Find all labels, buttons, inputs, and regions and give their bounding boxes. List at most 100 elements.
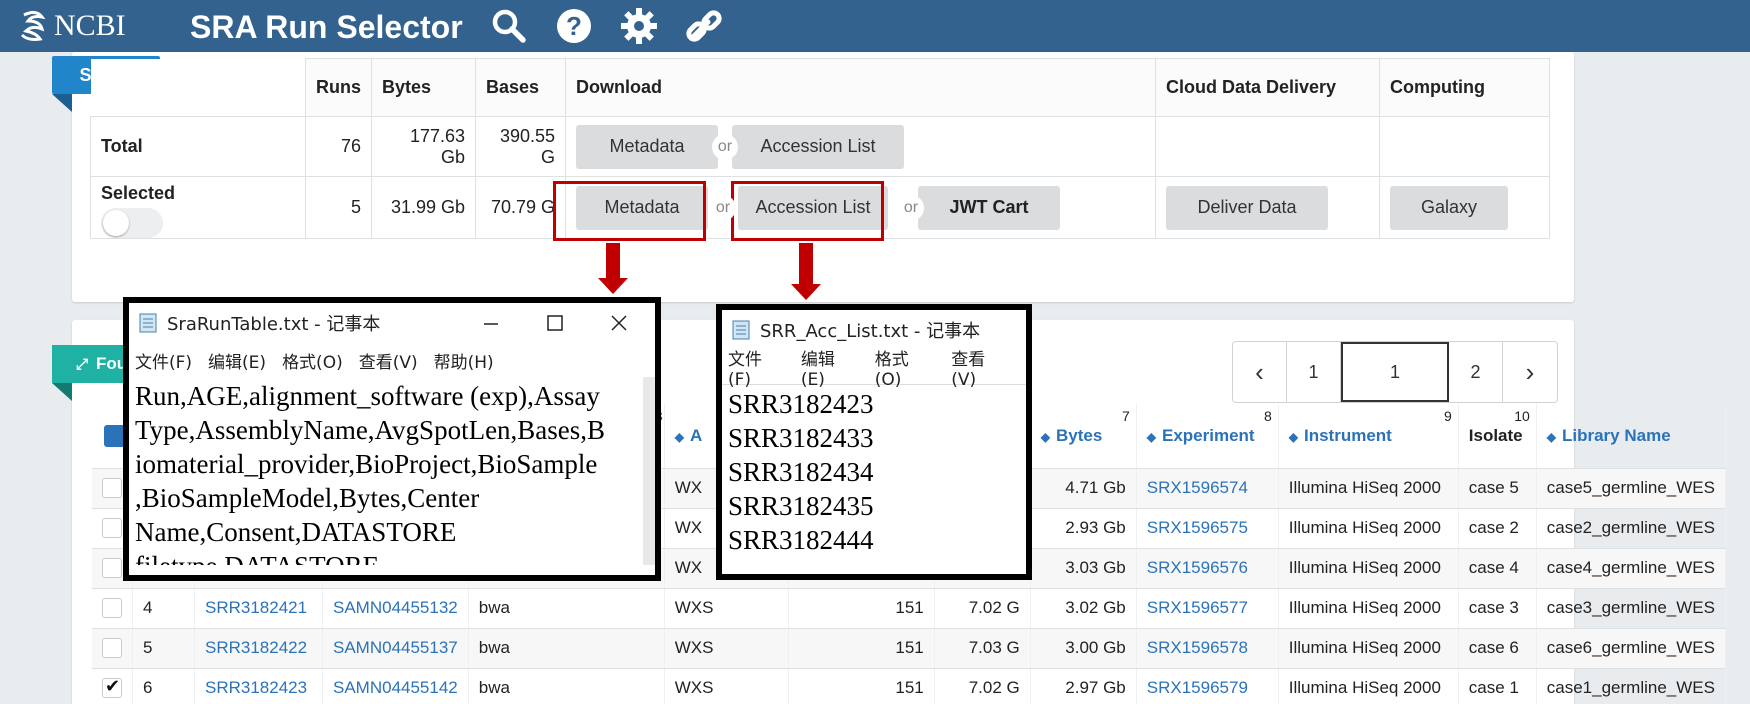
menu-file[interactable]: 文件(F) <box>728 345 785 390</box>
header-instrument[interactable]: ◆ Instrument 9 <box>1278 404 1459 469</box>
run-link[interactable]: SRR3182422 <box>194 628 323 669</box>
link-icon[interactable] <box>685 7 723 45</box>
deliver-data-button[interactable]: Deliver Data <box>1166 185 1328 230</box>
page-1-link[interactable]: 1 <box>1287 342 1341 402</box>
notepad-titlebar[interactable]: SraRunTable.txt - 记事本 <box>129 303 655 343</box>
ncbi-logo[interactable]: NCBI <box>18 6 126 46</box>
menu-view[interactable]: 查看(V) <box>951 345 1010 390</box>
assay-type-cell: WXS <box>664 588 789 629</box>
row-checkbox-cell <box>92 588 133 629</box>
experiment-link[interactable]: SRX1596579 <box>1136 668 1279 704</box>
menu-edit[interactable]: 编辑(E) <box>208 348 266 373</box>
maximize-icon <box>547 315 563 331</box>
header-isolate[interactable]: Isolate 10 <box>1458 404 1537 469</box>
bytes-cell: 3.00 Gb <box>1030 628 1137 669</box>
notepad-menubar: 文件(F) 编辑(E) 格式(O) 查看(V) 帮助(H) <box>129 343 655 377</box>
text-line: Name,Consent,DATASTORE <box>135 517 457 547</box>
selected-cell: Selected <box>90 176 306 239</box>
table-row[interactable]: 4 SRR3182421 SAMN04455132 bwa WXS 151 7.… <box>92 588 1726 629</box>
header-bytes-label: Bytes <box>1056 425 1103 445</box>
row-index: 4 <box>132 588 195 629</box>
total-metadata-button[interactable]: Metadata <box>576 124 718 169</box>
bytes-cell: 3.03 Gb <box>1030 548 1137 589</box>
library-name-cell: case4_germline_WES <box>1536 548 1726 589</box>
table-row[interactable]: 5 SRR3182422 SAMN04455137 bwa WXS 151 7.… <box>92 628 1726 669</box>
table-row[interactable]: 6 SRR3182423 SAMN04455142 bwa WXS 151 7.… <box>92 668 1726 704</box>
experiment-link[interactable]: SRX1596578 <box>1136 628 1279 669</box>
close-button[interactable] <box>589 303 649 343</box>
header-instrument-label: Instrument <box>1304 425 1392 445</box>
menu-format[interactable]: 格式(O) <box>875 345 936 390</box>
jwt-cart-button[interactable]: JWT Cart <box>918 185 1060 230</box>
minimize-icon <box>484 323 498 325</box>
notepad-text-area[interactable]: Run,AGE,alignment_software (exp),Assay T… <box>129 377 655 565</box>
experiment-link[interactable]: SRX1596577 <box>1136 588 1279 629</box>
library-name-cell: case5_germline_WES <box>1536 468 1726 509</box>
or-label: or <box>712 133 738 160</box>
row-checkbox[interactable] <box>102 558 122 579</box>
menu-file[interactable]: 文件(F) <box>135 348 192 373</box>
sort-icon: ◆ <box>1040 429 1050 444</box>
maximize-button[interactable] <box>525 303 585 343</box>
experiment-link[interactable]: SRX1596575 <box>1136 508 1279 549</box>
notepad-text-area[interactable]: SRR3182423 SRR3182433 SRR3182434 SRR3182… <box>722 384 1026 559</box>
header-experiment[interactable]: ◆ Experiment 8 <box>1136 404 1279 469</box>
biosample-link[interactable]: SAMN04455132 <box>322 588 469 629</box>
instrument-cell: Illumina HiSeq 2000 <box>1278 508 1459 549</box>
selected-toggle[interactable] <box>101 208 163 238</box>
library-name-cell: case6_germline_WES <box>1536 628 1726 669</box>
avg-spot-len-cell: 151 <box>788 628 935 669</box>
row-checkbox[interactable] <box>102 478 122 499</box>
row-checkbox[interactable] <box>102 518 122 539</box>
total-cloud-cell <box>1155 116 1380 177</box>
page-2-link[interactable]: 2 <box>1449 342 1503 402</box>
library-name-cell: case2_germline_WES <box>1536 508 1726 549</box>
accession-line: SRR3182444 <box>728 525 874 555</box>
instrument-cell: Illumina HiSeq 2000 <box>1278 548 1459 589</box>
menu-format[interactable]: 格式(O) <box>282 348 343 373</box>
current-page-input[interactable]: 1 <box>1341 342 1449 402</box>
notepad-title: SRR_Acc_List.txt - 记事本 <box>760 321 981 342</box>
run-link[interactable]: SRR3182423 <box>194 668 323 704</box>
row-index: 5 <box>132 628 195 669</box>
found-tab-corner <box>52 383 72 401</box>
sort-icon: ◆ <box>674 429 684 444</box>
selected-computing-cell: Galaxy <box>1379 176 1550 239</box>
text-line: iomaterial_provider,BioProject,BioSample <box>135 449 598 479</box>
notepad-menubar: 文件(F) 编辑(E) 格式(O) 查看(V) <box>722 350 1026 390</box>
run-link[interactable]: SRR3182421 <box>194 588 323 629</box>
row-checkbox[interactable] <box>102 598 122 619</box>
galaxy-button[interactable]: Galaxy <box>1390 185 1508 230</box>
row-checkbox[interactable] <box>102 638 122 659</box>
text-line: ,BioSampleModel,Bytes,Center <box>135 483 480 513</box>
experiment-link[interactable]: SRX1596576 <box>1136 548 1279 589</box>
next-page-button[interactable]: › <box>1503 342 1557 402</box>
bytes-cell: 3.02 Gb <box>1030 588 1137 629</box>
selected-label: Selected <box>101 183 176 203</box>
biosample-link[interactable]: SAMN04455137 <box>322 628 469 669</box>
isolate-cell: case 5 <box>1458 468 1537 509</box>
prev-page-button[interactable]: ‹ <box>1233 342 1287 402</box>
row-checkbox-checked[interactable] <box>102 676 122 699</box>
header-bytes[interactable]: ◆ Bytes 7 <box>1030 404 1137 469</box>
metadata-highlight <box>553 181 706 241</box>
total-accession-list-button[interactable]: Accession List <box>732 124 904 169</box>
found-tab[interactable]: ⤢ Fou <box>52 345 132 383</box>
menu-help[interactable]: 帮助(H) <box>434 348 494 373</box>
header-isolate-num: 10 <box>1514 408 1530 424</box>
biosample-link[interactable]: SAMN04455142 <box>322 668 469 704</box>
or-label: or <box>898 194 924 221</box>
minimize-button[interactable] <box>461 303 521 343</box>
menu-edit[interactable]: 编辑(E) <box>801 345 859 390</box>
bytes-cell: 2.97 Gb <box>1030 668 1137 704</box>
experiment-link[interactable]: SRX1596574 <box>1136 468 1279 509</box>
header-library[interactable]: ◆ Library Name <box>1536 404 1726 469</box>
help-icon[interactable]: ? <box>555 7 593 45</box>
avg-spot-len-cell: 151 <box>788 668 935 704</box>
menu-view[interactable]: 查看(V) <box>359 348 418 373</box>
header-instrument-num: 9 <box>1443 408 1452 424</box>
settings-icon[interactable] <box>620 7 658 45</box>
app-title: SRA Run Selector <box>190 9 463 45</box>
expand-icon: ⤢ <box>76 355 89 373</box>
search-icon[interactable] <box>490 7 528 45</box>
